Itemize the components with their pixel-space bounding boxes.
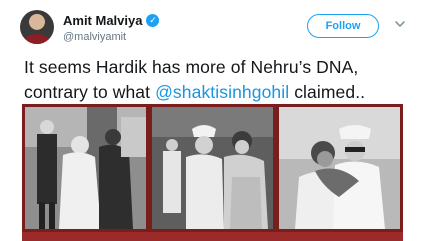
photo-grid[interactable]	[22, 104, 403, 241]
author-name-row: Amit Malviya ✓	[63, 13, 160, 28]
mention-link[interactable]: @shaktisinhgohil	[155, 82, 289, 102]
photo-3-image	[279, 107, 400, 229]
tweet-card: Amit Malviya ✓ @malviyamit Follow It see…	[0, 0, 428, 241]
photo-1-image	[25, 107, 146, 229]
photo-2-image	[152, 107, 273, 229]
author-display-name[interactable]: Amit Malviya	[63, 13, 142, 28]
avatar-shoulders	[24, 34, 50, 44]
tweet-text: It seems Hardik has more of Nehru’s DNA,…	[24, 55, 414, 105]
verified-badge-icon: ✓	[146, 14, 160, 27]
chevron-down-icon[interactable]	[394, 18, 406, 30]
photo-2[interactable]	[152, 107, 273, 229]
follow-button[interactable]: Follow	[307, 14, 379, 38]
photo-1[interactable]	[25, 107, 146, 229]
photo-3[interactable]	[279, 107, 400, 229]
avatar[interactable]	[20, 10, 54, 44]
photo-grid-bottom-row	[22, 232, 403, 241]
tweet-text-part: claimed..	[289, 82, 366, 102]
author-handle[interactable]: @malviyamit	[63, 31, 126, 43]
